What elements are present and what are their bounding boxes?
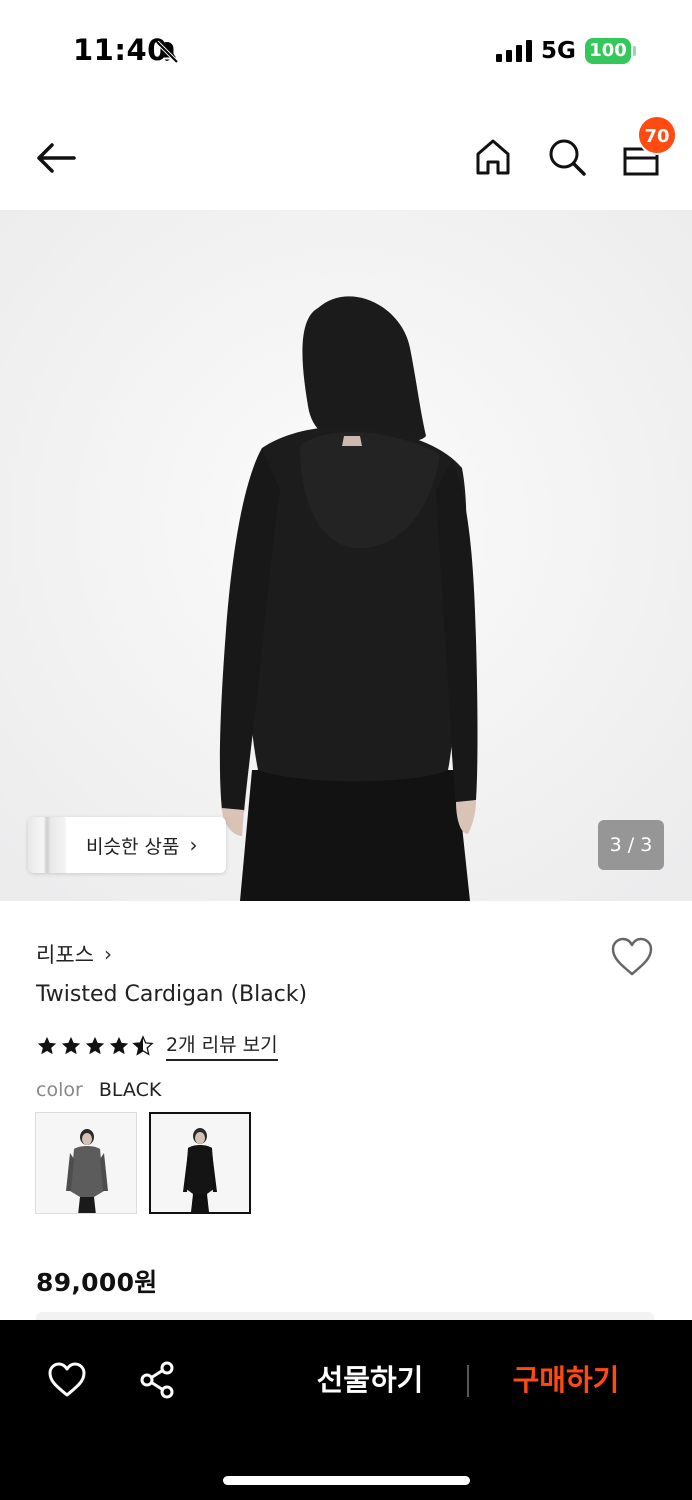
search-icon[interactable] (546, 136, 588, 178)
swatch-black-image (151, 1114, 249, 1212)
product-photo (0, 210, 692, 901)
similar-products-thumbnail (28, 817, 66, 873)
gift-button[interactable]: 선물하기 (300, 1358, 440, 1402)
product-title: Twisted Cardigan (Black) (36, 982, 308, 1007)
battery-tip (633, 46, 636, 56)
bottom-action-bar: 선물하기 구매하기 (0, 1320, 692, 1500)
color-key: color (36, 1079, 83, 1101)
star-rating (36, 1034, 154, 1057)
color-value: BLACK (98, 1079, 162, 1101)
signal-icon (496, 40, 532, 62)
color-selection-label: color BLACK (36, 1079, 161, 1101)
color-swatches (35, 1112, 251, 1214)
heart-icon[interactable] (610, 936, 654, 978)
bell-off-icon (155, 40, 179, 64)
swatch-black[interactable] (149, 1112, 251, 1214)
cart-count-badge: 70 (637, 115, 677, 155)
brand-name: 리포스 (36, 943, 94, 967)
home-indicator[interactable] (223, 1476, 470, 1485)
top-nav (0, 110, 692, 206)
next-section-peek (36, 1312, 654, 1320)
half-star-icon (132, 1034, 154, 1056)
star-icon (37, 1036, 57, 1054)
heart-icon[interactable] (47, 1361, 87, 1399)
similar-products-label: 비슷한 상품 (86, 835, 180, 858)
network-type: 5G (541, 38, 576, 64)
chevron-right-icon: › (189, 833, 198, 857)
divider (467, 1365, 469, 1397)
chevron-right-icon: › (103, 942, 112, 966)
product-image-carousel[interactable]: 비슷한 상품 › 3 / 3 (0, 210, 692, 901)
status-bar: 11:40 5G 100 (0, 0, 692, 100)
back-arrow-icon[interactable] (34, 138, 78, 178)
share-icon[interactable] (138, 1360, 178, 1400)
image-pager: 3 / 3 (598, 820, 664, 870)
battery-icon: 100 (585, 38, 631, 64)
swatch-charcoal[interactable] (35, 1112, 137, 1214)
star-icon (109, 1036, 129, 1054)
rating-row: 2개 리뷰 보기 (36, 1030, 278, 1061)
review-link[interactable]: 2개 리뷰 보기 (166, 1030, 278, 1061)
swatch-charcoal-image (36, 1113, 136, 1213)
buy-button[interactable]: 구매하기 (496, 1358, 636, 1402)
star-icon (85, 1036, 105, 1054)
brand-link[interactable]: 리포스 › (36, 939, 112, 969)
similar-products-button[interactable]: 비슷한 상품 › (28, 817, 226, 873)
star-icon (61, 1036, 81, 1054)
home-icon[interactable] (472, 136, 514, 178)
product-price: 89,000원 (36, 1268, 158, 1297)
